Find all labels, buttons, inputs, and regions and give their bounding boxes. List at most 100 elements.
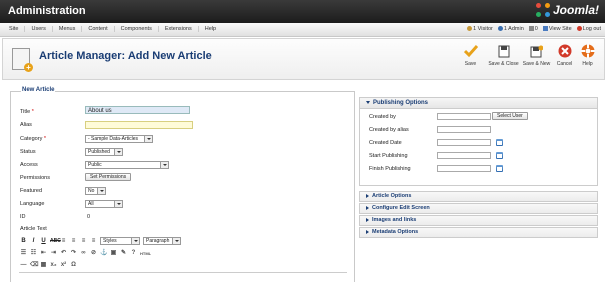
article-text-label: Article Text: [20, 226, 47, 232]
admin-icon: [497, 26, 503, 32]
messages-count[interactable]: 0: [528, 26, 538, 32]
paragraph-select[interactable]: Paragraph: [143, 237, 181, 245]
editor-content-area[interactable]: [19, 272, 347, 283]
bold-button[interactable]: B: [20, 238, 27, 245]
triangle-right-icon: [366, 229, 369, 234]
logout-icon: [576, 26, 582, 32]
calendar-icon[interactable]: [496, 165, 503, 172]
publishing-options-header[interactable]: Publishing Options: [360, 98, 597, 109]
language-label: Language: [20, 201, 45, 207]
bullet-list-icon[interactable]: ☰: [20, 250, 27, 257]
align-left-icon[interactable]: ≡: [60, 238, 67, 245]
menu-item-menus[interactable]: Menus: [53, 26, 83, 32]
article-add-icon: +: [12, 48, 33, 72]
save-close-icon: [497, 44, 511, 58]
redo-icon[interactable]: ↷: [70, 250, 77, 257]
save-button[interactable]: Save: [454, 44, 487, 67]
save-close-button[interactable]: Save & Close: [487, 44, 520, 67]
align-center-icon[interactable]: ≡: [70, 238, 77, 245]
select-user-button[interactable]: Select User: [492, 112, 528, 120]
help-button[interactable]: Help: [576, 44, 599, 67]
undo-icon[interactable]: ↶: [60, 250, 67, 257]
top-bar: Administration Joomla!: [0, 0, 605, 23]
link-icon[interactable]: ∞: [80, 250, 87, 257]
admins-count: 1 Admin: [497, 26, 524, 32]
status-select[interactable]: Published: [85, 148, 123, 156]
featured-label: Featured: [20, 188, 43, 194]
menu-bar: Site Users Menus Content Components Exte…: [0, 23, 605, 37]
save-new-button[interactable]: Save & New: [520, 44, 553, 67]
view-site-link[interactable]: View Site: [542, 26, 572, 32]
access-label: Access: [20, 162, 38, 168]
styles-select[interactable]: Styles: [100, 237, 140, 245]
remove-format-icon[interactable]: ⌫: [30, 262, 38, 269]
visitor-icon: [467, 26, 473, 32]
start-publishing-label: Start Publishing: [369, 153, 408, 159]
image-icon[interactable]: ▣: [110, 250, 117, 257]
finish-publishing-input[interactable]: [437, 165, 491, 172]
language-select[interactable]: All: [85, 200, 123, 208]
created-by-alias-input[interactable]: [437, 126, 491, 133]
subscript-icon[interactable]: x₂: [50, 262, 57, 269]
set-permissions-button[interactable]: Set Permissions: [85, 173, 132, 181]
visual-aid-icon[interactable]: ▦: [40, 262, 47, 269]
category-select[interactable]: - Sample Data-Articles: [85, 135, 153, 143]
strikethrough-button[interactable]: ABC: [50, 238, 61, 245]
start-publishing-input[interactable]: [437, 152, 491, 159]
unlink-icon[interactable]: ⊘: [90, 250, 97, 257]
visitors-count: 1 Visitor: [467, 26, 493, 32]
horizontal-rule-icon[interactable]: —: [20, 262, 27, 269]
metadata-options-panel[interactable]: Metadata Options: [359, 227, 598, 238]
calendar-icon[interactable]: [496, 152, 503, 159]
configure-edit-screen-panel[interactable]: Configure Edit Screen: [359, 203, 598, 214]
page-title: Article Manager: Add New Article: [39, 50, 212, 62]
title-input[interactable]: About us: [85, 106, 190, 114]
article-options-panel[interactable]: Article Options: [359, 191, 598, 202]
created-by-label: Created by: [369, 114, 396, 120]
toolbar: Save Save & Close Save & New Cancel Help: [454, 44, 599, 67]
menu-item-users[interactable]: Users: [25, 26, 53, 32]
logout-link[interactable]: Log out: [576, 26, 601, 32]
id-value: 0: [87, 214, 91, 220]
menu-item-site[interactable]: Site: [3, 26, 26, 32]
featured-select[interactable]: No: [85, 187, 106, 195]
joomla-logo: Joomla!: [535, 3, 599, 17]
underline-button[interactable]: U: [40, 238, 47, 245]
title-label: Title *: [20, 109, 34, 115]
menu-item-components[interactable]: Components: [115, 26, 159, 32]
images-links-panel[interactable]: Images and links: [359, 215, 598, 226]
menu-item-help[interactable]: Help: [199, 26, 222, 32]
outdent-icon[interactable]: ⇤: [40, 250, 47, 257]
indent-icon[interactable]: ⇥: [50, 250, 57, 257]
editor-toolbar-row-2: ☰ ☷ ⇤ ⇥ ↶ ↷ ∞ ⊘ ⚓ ▣ ✎ ? HTML: [20, 248, 350, 258]
italic-button[interactable]: I: [30, 238, 37, 245]
editor-toolbar-row-3: — ⌫ ▦ x₂ x² Ω: [20, 260, 350, 270]
check-icon: [463, 44, 478, 58]
triangle-right-icon: [366, 217, 369, 222]
mail-icon: [528, 26, 534, 32]
created-by-input[interactable]: [437, 113, 491, 120]
menu-item-content[interactable]: Content: [82, 26, 115, 32]
save-new-icon: [530, 44, 544, 58]
finish-publishing-label: Finish Publishing: [369, 166, 411, 172]
access-select[interactable]: Public: [85, 161, 169, 169]
superscript-icon[interactable]: x²: [60, 262, 67, 269]
alias-input[interactable]: [85, 121, 193, 129]
align-right-icon[interactable]: ≡: [80, 238, 87, 245]
anchor-icon[interactable]: ⚓: [100, 250, 107, 257]
triangle-right-icon: [366, 205, 369, 210]
menu-item-extensions[interactable]: Extensions: [159, 26, 199, 32]
created-date-input[interactable]: [437, 139, 491, 146]
html-icon[interactable]: HTML: [140, 250, 151, 257]
numbered-list-icon[interactable]: ☷: [30, 250, 37, 257]
special-char-icon[interactable]: Ω: [70, 262, 77, 269]
triangle-down-icon: [366, 100, 370, 104]
cancel-button[interactable]: Cancel: [553, 44, 576, 67]
align-justify-icon[interactable]: ≡: [90, 238, 97, 245]
cleanup-icon[interactable]: ✎: [120, 250, 127, 257]
publishing-options-panel: Publishing Options Created by Select Use…: [359, 97, 598, 186]
calendar-icon[interactable]: [496, 139, 503, 146]
help-circle-icon[interactable]: ?: [130, 250, 137, 257]
brand-name: Joomla!: [552, 3, 599, 17]
joomla-logo-icon: [535, 3, 550, 17]
